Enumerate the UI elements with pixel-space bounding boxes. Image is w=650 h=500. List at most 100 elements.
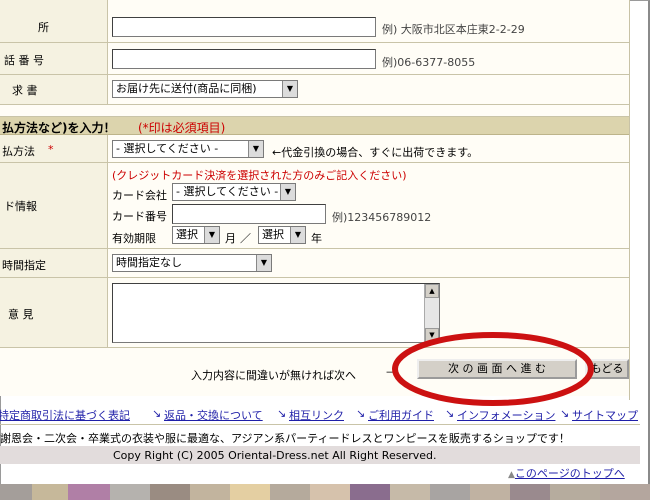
chevron-down-icon: ▼: [204, 227, 219, 243]
chevron-down-icon: ▼: [256, 255, 271, 271]
footer-link-returns[interactable]: 返品・交換について: [164, 407, 263, 423]
payment-required-mark: *: [48, 143, 54, 156]
time-select[interactable]: 時間指定なし ▼: [112, 254, 272, 272]
card-number-label: カード番号: [112, 210, 167, 223]
phone-hint: 例)06-6377-8055: [382, 56, 476, 69]
column-divider: [629, 0, 630, 400]
swatch: [510, 484, 550, 500]
card-label: ド情報: [4, 200, 37, 213]
footer-link-info[interactable]: インフォメーション: [457, 407, 555, 423]
swatch: [550, 484, 600, 500]
invoice-label-cell: 求 書: [0, 75, 108, 104]
swatch: [430, 484, 470, 500]
payment-value-cell: - 選択してください - ▼ ←代金引換の場合、すぐに出荷できます。: [108, 135, 629, 162]
copyright-text: Copy Right (C) 2005 Oriental-Dress.net A…: [113, 449, 437, 462]
invoice-row: 求 書 お届け先に送付(商品に同梱) ▼: [0, 75, 629, 105]
scroll-up-icon[interactable]: ▲: [425, 284, 439, 298]
link-arrow-icon: ↘: [445, 407, 455, 420]
invoice-label: 求 書: [12, 84, 38, 97]
card-number-hint: 例)123456789012: [332, 211, 432, 224]
section-required-note: (*印は必須項目): [138, 121, 226, 135]
card-notice: (クレジットカード決済を選択された方のみご記入ください): [112, 169, 407, 182]
expiry-month-select[interactable]: 選択 ▼: [172, 226, 220, 244]
swatch: [32, 484, 68, 500]
swatch: [190, 484, 230, 500]
address-label-cell: 所: [0, 0, 108, 42]
time-label-cell: 時間指定: [0, 249, 108, 277]
card-row: ド情報 (クレジットカード決済を選択された方のみご記入ください) カード会社 -…: [0, 163, 629, 249]
link-arrow-icon: ↘: [277, 407, 287, 420]
phone-label: 話 番 号: [4, 54, 44, 67]
payment-label: 払方法: [2, 145, 35, 158]
chevron-down-icon: ▼: [280, 184, 295, 200]
footer-tagline: 謝恩会・二次会・卒業式の衣装や服に最適な、アジアン系パーティードレスとワンピース…: [0, 432, 570, 445]
top-link[interactable]: ▲このページのトップへ: [508, 465, 625, 481]
time-select-value: 時間指定なし: [116, 256, 182, 269]
address-label: 所: [38, 21, 49, 34]
expiry-year-select[interactable]: 選択 ▼: [258, 226, 306, 244]
phone-value-cell: 例)06-6377-8055: [108, 43, 629, 74]
footer-link-mutual[interactable]: 相互リンク: [289, 407, 344, 423]
action-bar: 入力内容に間違いが無ければ次へ — 次 の 画 面 へ 進 む もどる: [0, 332, 629, 406]
annotation-circle: [392, 332, 594, 406]
section-title: 払方法など)を入力！: [2, 121, 116, 135]
footer-divider: [0, 424, 640, 425]
link-arrow-icon: ↘: [560, 407, 570, 420]
phone-input[interactable]: [112, 49, 376, 69]
swatch: [470, 484, 510, 500]
triangle-up-icon: ▲: [508, 470, 515, 480]
section-header: 払方法など)を入力！ (*印は必須項目): [0, 117, 629, 135]
link-arrow-icon: ↘: [152, 407, 162, 420]
copyright-band: Copy Right (C) 2005 Oriental-Dress.net A…: [0, 446, 640, 464]
card-number-input[interactable]: [172, 204, 326, 224]
address-input[interactable]: [112, 17, 376, 37]
section-spacer: [0, 105, 629, 117]
swatch: [230, 484, 270, 500]
time-label: 時間指定: [2, 259, 46, 272]
expiry-year-value: 選択: [262, 228, 284, 241]
invoice-select[interactable]: お届け先に送付(商品に同梱) ▼: [112, 80, 298, 98]
expiry-month-unit: 月: [225, 232, 236, 245]
footer-links: 特定商取引法に基づく表記 ↘ 返品・交換について ↘ 相互リンク ↘ ご利用ガイ…: [0, 405, 640, 423]
opinion-label: 意 見: [8, 308, 34, 321]
link-arrow-icon: ↘: [356, 407, 366, 420]
address-row: 所 例) 大阪市北区本庄東2-2-29: [0, 0, 629, 43]
expiry-separator: ／: [240, 232, 251, 245]
footer-link-sitemap[interactable]: サイトマップ: [572, 407, 638, 423]
card-company-select[interactable]: - 選択してください - ▼: [172, 183, 296, 201]
phone-row: 話 番 号 例)06-6377-8055: [0, 43, 629, 75]
time-value-cell: 時間指定なし ▼: [108, 249, 629, 277]
expiry-month-value: 選択: [176, 228, 198, 241]
opinion-label-cell: 意 見: [0, 278, 108, 347]
invoice-select-value: お届け先に送付(商品に同梱): [116, 82, 257, 95]
footer-link-guide[interactable]: ご利用ガイド: [368, 407, 434, 423]
swatch: [600, 484, 650, 500]
payment-label-cell: 払方法 *: [0, 135, 108, 162]
swatch: [0, 484, 32, 500]
card-company-label: カード会社: [112, 189, 167, 202]
payment-select[interactable]: - 選択してください - ▼: [112, 140, 264, 158]
chevron-down-icon: ▼: [248, 141, 263, 157]
address-value-cell: 例) 大阪市北区本庄東2-2-29: [108, 0, 629, 42]
swatch: [390, 484, 430, 500]
swatch: [68, 484, 110, 500]
action-prompt: 入力内容に間違いが無ければ次へ: [191, 369, 356, 382]
invoice-value-cell: お届け先に送付(商品に同梱) ▼: [108, 75, 629, 104]
card-label-cell: ド情報: [0, 163, 108, 248]
footer-link-legal[interactable]: 特定商取引法に基づく表記: [0, 407, 130, 423]
phone-label-cell: 話 番 号: [0, 43, 108, 74]
payment-note: ←代金引換の場合、すぐに出荷できます。: [272, 146, 479, 159]
card-company-select-value: - 選択してください -: [176, 185, 279, 198]
swatch: [110, 484, 150, 500]
expiry-label: 有効期限: [112, 232, 156, 245]
swatch: [350, 484, 390, 500]
expiry-year-unit: 年: [311, 232, 322, 245]
time-row: 時間指定 時間指定なし ▼: [0, 249, 629, 278]
chevron-down-icon: ▼: [290, 227, 305, 243]
address-hint: 例) 大阪市北区本庄東2-2-29: [382, 23, 525, 36]
swatch: [310, 484, 350, 500]
payment-select-value: - 選択してください -: [116, 142, 219, 155]
swatch: [270, 484, 310, 500]
payment-row: 払方法 * - 選択してください - ▼ ←代金引換の場合、すぐに出荷できます。: [0, 135, 629, 163]
card-value-cell: (クレジットカード決済を選択された方のみご記入ください) カード会社 - 選択し…: [108, 163, 629, 248]
